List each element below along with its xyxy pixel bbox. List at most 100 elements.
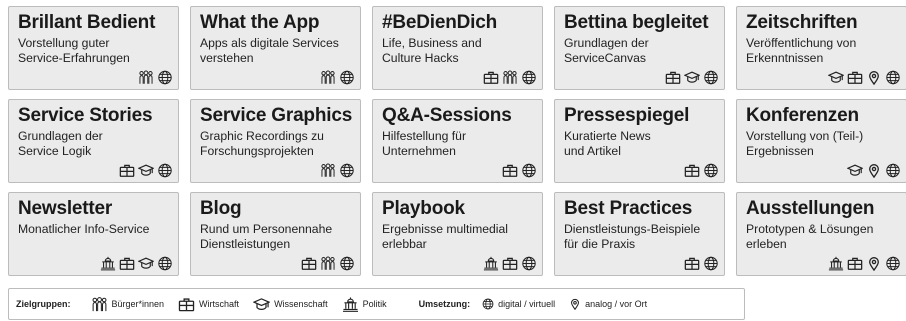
briefcase-icon	[847, 256, 863, 271]
card-icons	[847, 163, 901, 178]
location-pin-icon	[569, 298, 581, 310]
card-icons	[100, 256, 173, 271]
card-qa-sessions[interactable]: Q&A-Sessions Hilfestellung für Unternehm…	[372, 99, 543, 183]
card-title: #BeDienDich	[382, 12, 498, 33]
card-title: What the App	[200, 12, 320, 33]
card-newsletter[interactable]: Newsletter Monatlicher Info-Service	[8, 192, 179, 276]
globe-icon	[521, 163, 537, 178]
card-title: Zeitschriften	[746, 12, 858, 33]
legend-item-people: Bürger*innen	[91, 296, 165, 312]
card-playbook[interactable]: Playbook Ergebnisse multimedial erlebbar	[372, 192, 543, 276]
legend-umsetzung-label: Umsetzung:	[418, 299, 471, 309]
graduation-cap-icon	[828, 70, 844, 85]
people-icon	[320, 70, 336, 85]
globe-icon	[703, 163, 719, 178]
legend-item-label: Politik	[362, 299, 387, 309]
globe-icon	[482, 298, 494, 310]
card-description: Life, Business and Culture Hacks	[382, 36, 482, 65]
card-blog[interactable]: Blog Rund um Personennahe Dienstleistung…	[190, 192, 361, 276]
people-icon	[320, 256, 336, 271]
card-pressespiegel[interactable]: Pressespiegel Kuratierte News und Artike…	[554, 99, 725, 183]
card-title: Bettina begleitet	[564, 12, 709, 33]
card-bediendich[interactable]: #BeDienDich Life, Business and Culture H…	[372, 6, 543, 90]
card-what-the-app[interactable]: What the App Apps als digitale Services …	[190, 6, 361, 90]
legend-item-pin: analog / vor Ort	[569, 298, 647, 310]
legend-item-briefcase: Wirtschaft	[178, 297, 239, 312]
card-title: Service Graphics	[200, 105, 353, 126]
globe-icon	[157, 70, 173, 85]
graduation-cap-icon	[684, 70, 700, 85]
legend-zielgruppen-label: Zielgruppen:	[16, 299, 71, 309]
globe-icon	[157, 256, 173, 271]
card-description: Vorstellung von (Teil-) Ergebnissen	[746, 129, 864, 158]
graduation-cap-icon	[847, 163, 863, 178]
card-icons	[483, 70, 537, 85]
card-description: Graphic Recordings zu Forschungsprojekte…	[200, 129, 324, 158]
card-title: Playbook	[382, 198, 465, 219]
location-pin-icon	[866, 256, 882, 271]
briefcase-icon	[178, 297, 195, 312]
card-icons	[483, 256, 537, 271]
card-description: Rund um Personennahe Dienstleistungen	[200, 222, 333, 251]
globe-icon	[339, 163, 355, 178]
legend-item-globe: digital / virtuell	[482, 298, 555, 310]
card-title: Pressespiegel	[564, 105, 690, 126]
card-zeitschriften[interactable]: Zeitschriften Veröffentlichung von Erken…	[736, 6, 906, 90]
briefcase-icon	[301, 256, 317, 271]
card-icons	[684, 256, 719, 271]
location-pin-icon	[866, 163, 882, 178]
card-title: Konferenzen	[746, 105, 859, 126]
legend-item-label: digital / virtuell	[498, 299, 556, 309]
card-description: Veröffentlichung von Erkenntnissen	[746, 36, 857, 65]
briefcase-icon	[502, 256, 518, 271]
card-icons	[138, 70, 173, 85]
globe-icon	[521, 70, 537, 85]
graduation-cap-icon	[253, 297, 271, 312]
card-description: Kuratierte News und Artikel	[564, 129, 651, 158]
card-service-stories[interactable]: Service Stories Grundlagen der Service L…	[8, 99, 179, 183]
globe-icon	[157, 163, 173, 178]
card-icons	[301, 256, 355, 271]
globe-icon	[885, 256, 901, 271]
globe-icon	[339, 256, 355, 271]
card-icons	[828, 70, 901, 85]
card-title: Brillant Bedient	[18, 12, 156, 33]
briefcase-icon	[119, 256, 135, 271]
graduation-cap-icon	[138, 256, 154, 271]
card-ausstellungen[interactable]: Ausstellungen Prototypen & Lösungen erle…	[736, 192, 906, 276]
people-icon	[138, 70, 154, 85]
card-icons	[502, 163, 537, 178]
card-title: Newsletter	[18, 198, 113, 219]
globe-icon	[339, 70, 355, 85]
graduation-cap-icon	[138, 163, 154, 178]
briefcase-icon	[684, 256, 700, 271]
card-title: Service Stories	[18, 105, 153, 126]
card-icons	[684, 163, 719, 178]
people-icon	[502, 70, 518, 85]
legend: Zielgruppen: Bürger*innen Wirtschaft Wis…	[8, 288, 745, 320]
people-icon	[320, 163, 336, 178]
card-bettina-begleitet[interactable]: Bettina begleitet Grundlagen der Service…	[554, 6, 725, 90]
legend-item-label: Bürger*innen	[111, 299, 165, 309]
card-description: Vorstellung guter Service-Erfahrungen	[18, 36, 130, 65]
people-icon	[91, 296, 108, 312]
card-description: Apps als digitale Services verstehen	[200, 36, 339, 65]
card-description: Dienstleistungs-Beispiele für die Praxis	[564, 222, 701, 251]
legend-item-label: analog / vor Ort	[585, 299, 648, 309]
globe-icon	[885, 70, 901, 85]
card-title: Ausstellungen	[746, 198, 875, 219]
card-icons	[828, 256, 901, 271]
legend-item-capitol: Politik	[342, 296, 387, 312]
card-service-graphics[interactable]: Service Graphics Graphic Recordings zu F…	[190, 99, 361, 183]
briefcase-icon	[502, 163, 518, 178]
card-icons	[119, 163, 173, 178]
legend-item-graduation: Wissenschaft	[253, 297, 328, 312]
card-icons	[665, 70, 719, 85]
card-brillant-bedient[interactable]: Brillant Bedient Vorstellung guter Servi…	[8, 6, 179, 90]
globe-icon	[885, 163, 901, 178]
card-best-practices[interactable]: Best Practices Dienstleistungs-Beispiele…	[554, 192, 725, 276]
legend-item-label: Wirtschaft	[199, 299, 240, 309]
card-grid: Brillant Bedient Vorstellung guter Servi…	[8, 6, 906, 276]
card-title: Q&A-Sessions	[382, 105, 512, 126]
card-konferenzen[interactable]: Konferenzen Vorstellung von (Teil-) Erge…	[736, 99, 906, 183]
